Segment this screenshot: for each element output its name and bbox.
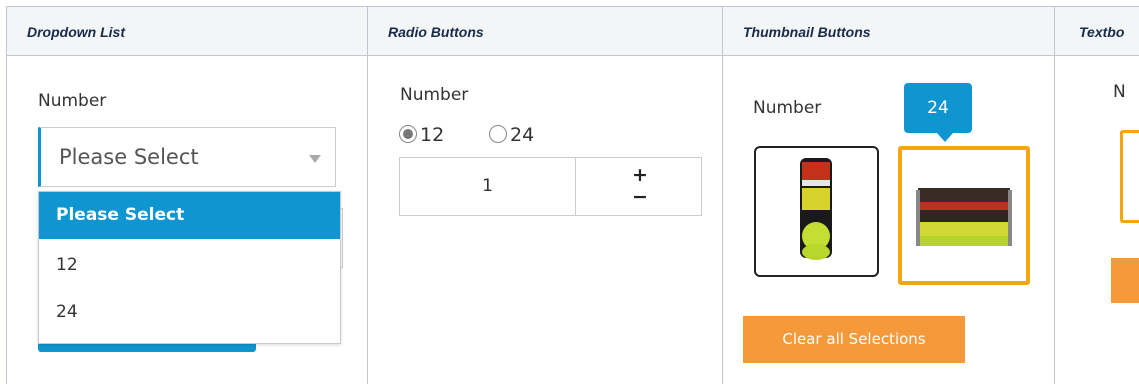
textbox-label: N	[1113, 82, 1126, 102]
decrement-button[interactable]: −	[632, 186, 648, 208]
tennis-can-image	[800, 158, 832, 260]
thumbnail-option-12[interactable]	[754, 146, 879, 277]
header-label: Textbo	[1079, 24, 1125, 40]
number-dropdown[interactable]: Please Select	[38, 127, 336, 187]
radio-label-12: 12	[420, 124, 445, 146]
header-label: Radio Buttons	[388, 24, 484, 40]
dropdown-options-list: Please Select 12 24	[38, 191, 341, 344]
radio-option-12[interactable]	[399, 125, 417, 143]
column-divider	[1054, 7, 1055, 384]
radio-label-24: 24	[510, 124, 535, 146]
radio-option-24[interactable]	[489, 125, 507, 143]
header-radio-buttons: Radio Buttons	[368, 7, 722, 56]
textbox-field[interactable]	[1120, 130, 1139, 223]
dropdown-option-12[interactable]: 12	[39, 242, 340, 289]
quantity-input[interactable]: 1	[400, 158, 576, 215]
clear-selections-button[interactable]: Clear all Selections	[743, 316, 965, 363]
increment-button[interactable]: +	[632, 164, 648, 186]
header-dropdown-list: Dropdown List	[7, 7, 367, 56]
chevron-down-icon	[309, 155, 321, 163]
dropdown-selected-value: Please Select	[59, 145, 199, 169]
column-divider	[722, 7, 723, 384]
quantity-stepper: 1 + −	[399, 157, 702, 216]
thumbnail-option-24[interactable]	[898, 146, 1030, 285]
dropdown-label: Number	[38, 91, 107, 111]
thumbnail-group-label: Number	[753, 98, 822, 118]
header-label: Dropdown List	[27, 24, 125, 40]
header-textbox: Textbo	[1055, 7, 1139, 56]
column-divider	[367, 7, 368, 384]
dropdown-option-please-select[interactable]: Please Select	[39, 192, 340, 239]
radio-group-label: Number	[400, 85, 469, 105]
selection-tooltip: 24	[904, 83, 972, 142]
textbox-button[interactable]	[1111, 258, 1139, 303]
header-thumbnail-buttons: Thumbnail Buttons	[723, 7, 1054, 56]
dropdown-option-24[interactable]: 24	[39, 289, 340, 336]
stepper-controls: + −	[576, 158, 701, 215]
tennis-case-image	[916, 188, 1012, 246]
header-label: Thumbnail Buttons	[743, 24, 871, 40]
